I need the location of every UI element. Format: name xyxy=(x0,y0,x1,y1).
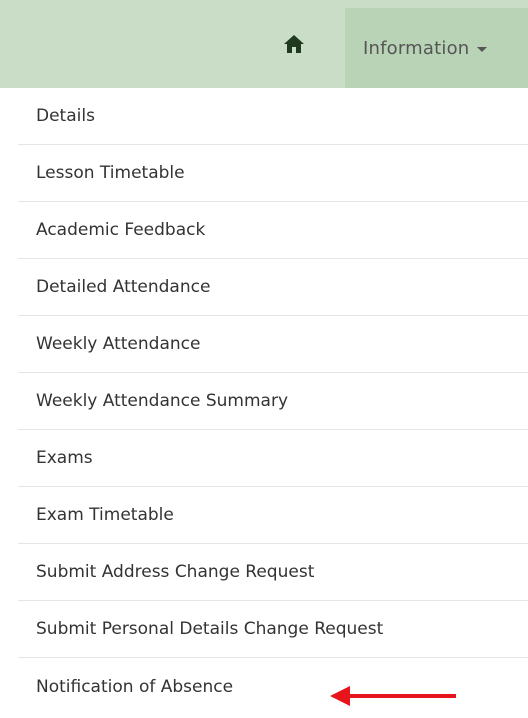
menu-item-details[interactable]: Details xyxy=(18,88,528,145)
menu-item-submit-address-change-request[interactable]: Submit Address Change Request xyxy=(18,544,528,601)
information-dropdown[interactable]: Information xyxy=(345,8,528,88)
red-arrow-icon xyxy=(330,686,456,706)
menu-item-weekly-attendance[interactable]: Weekly Attendance xyxy=(18,316,528,373)
information-label: Information xyxy=(363,37,470,59)
home-button[interactable] xyxy=(279,30,309,58)
menu-item-submit-personal-details-change-request[interactable]: Submit Personal Details Change Request xyxy=(18,601,528,658)
top-nav-bar: Information xyxy=(0,0,528,88)
menu-item-exam-timetable[interactable]: Exam Timetable xyxy=(18,487,528,544)
home-icon xyxy=(284,35,304,53)
caret-down-icon xyxy=(477,47,488,52)
menu-item-weekly-attendance-summary[interactable]: Weekly Attendance Summary xyxy=(18,373,528,430)
menu-item-exams[interactable]: Exams xyxy=(18,430,528,487)
information-menu: Details Lesson Timetable Academic Feedba… xyxy=(18,88,528,715)
menu-item-lesson-timetable[interactable]: Lesson Timetable xyxy=(18,145,528,202)
menu-item-detailed-attendance[interactable]: Detailed Attendance xyxy=(18,259,528,316)
menu-item-academic-feedback[interactable]: Academic Feedback xyxy=(18,202,528,259)
